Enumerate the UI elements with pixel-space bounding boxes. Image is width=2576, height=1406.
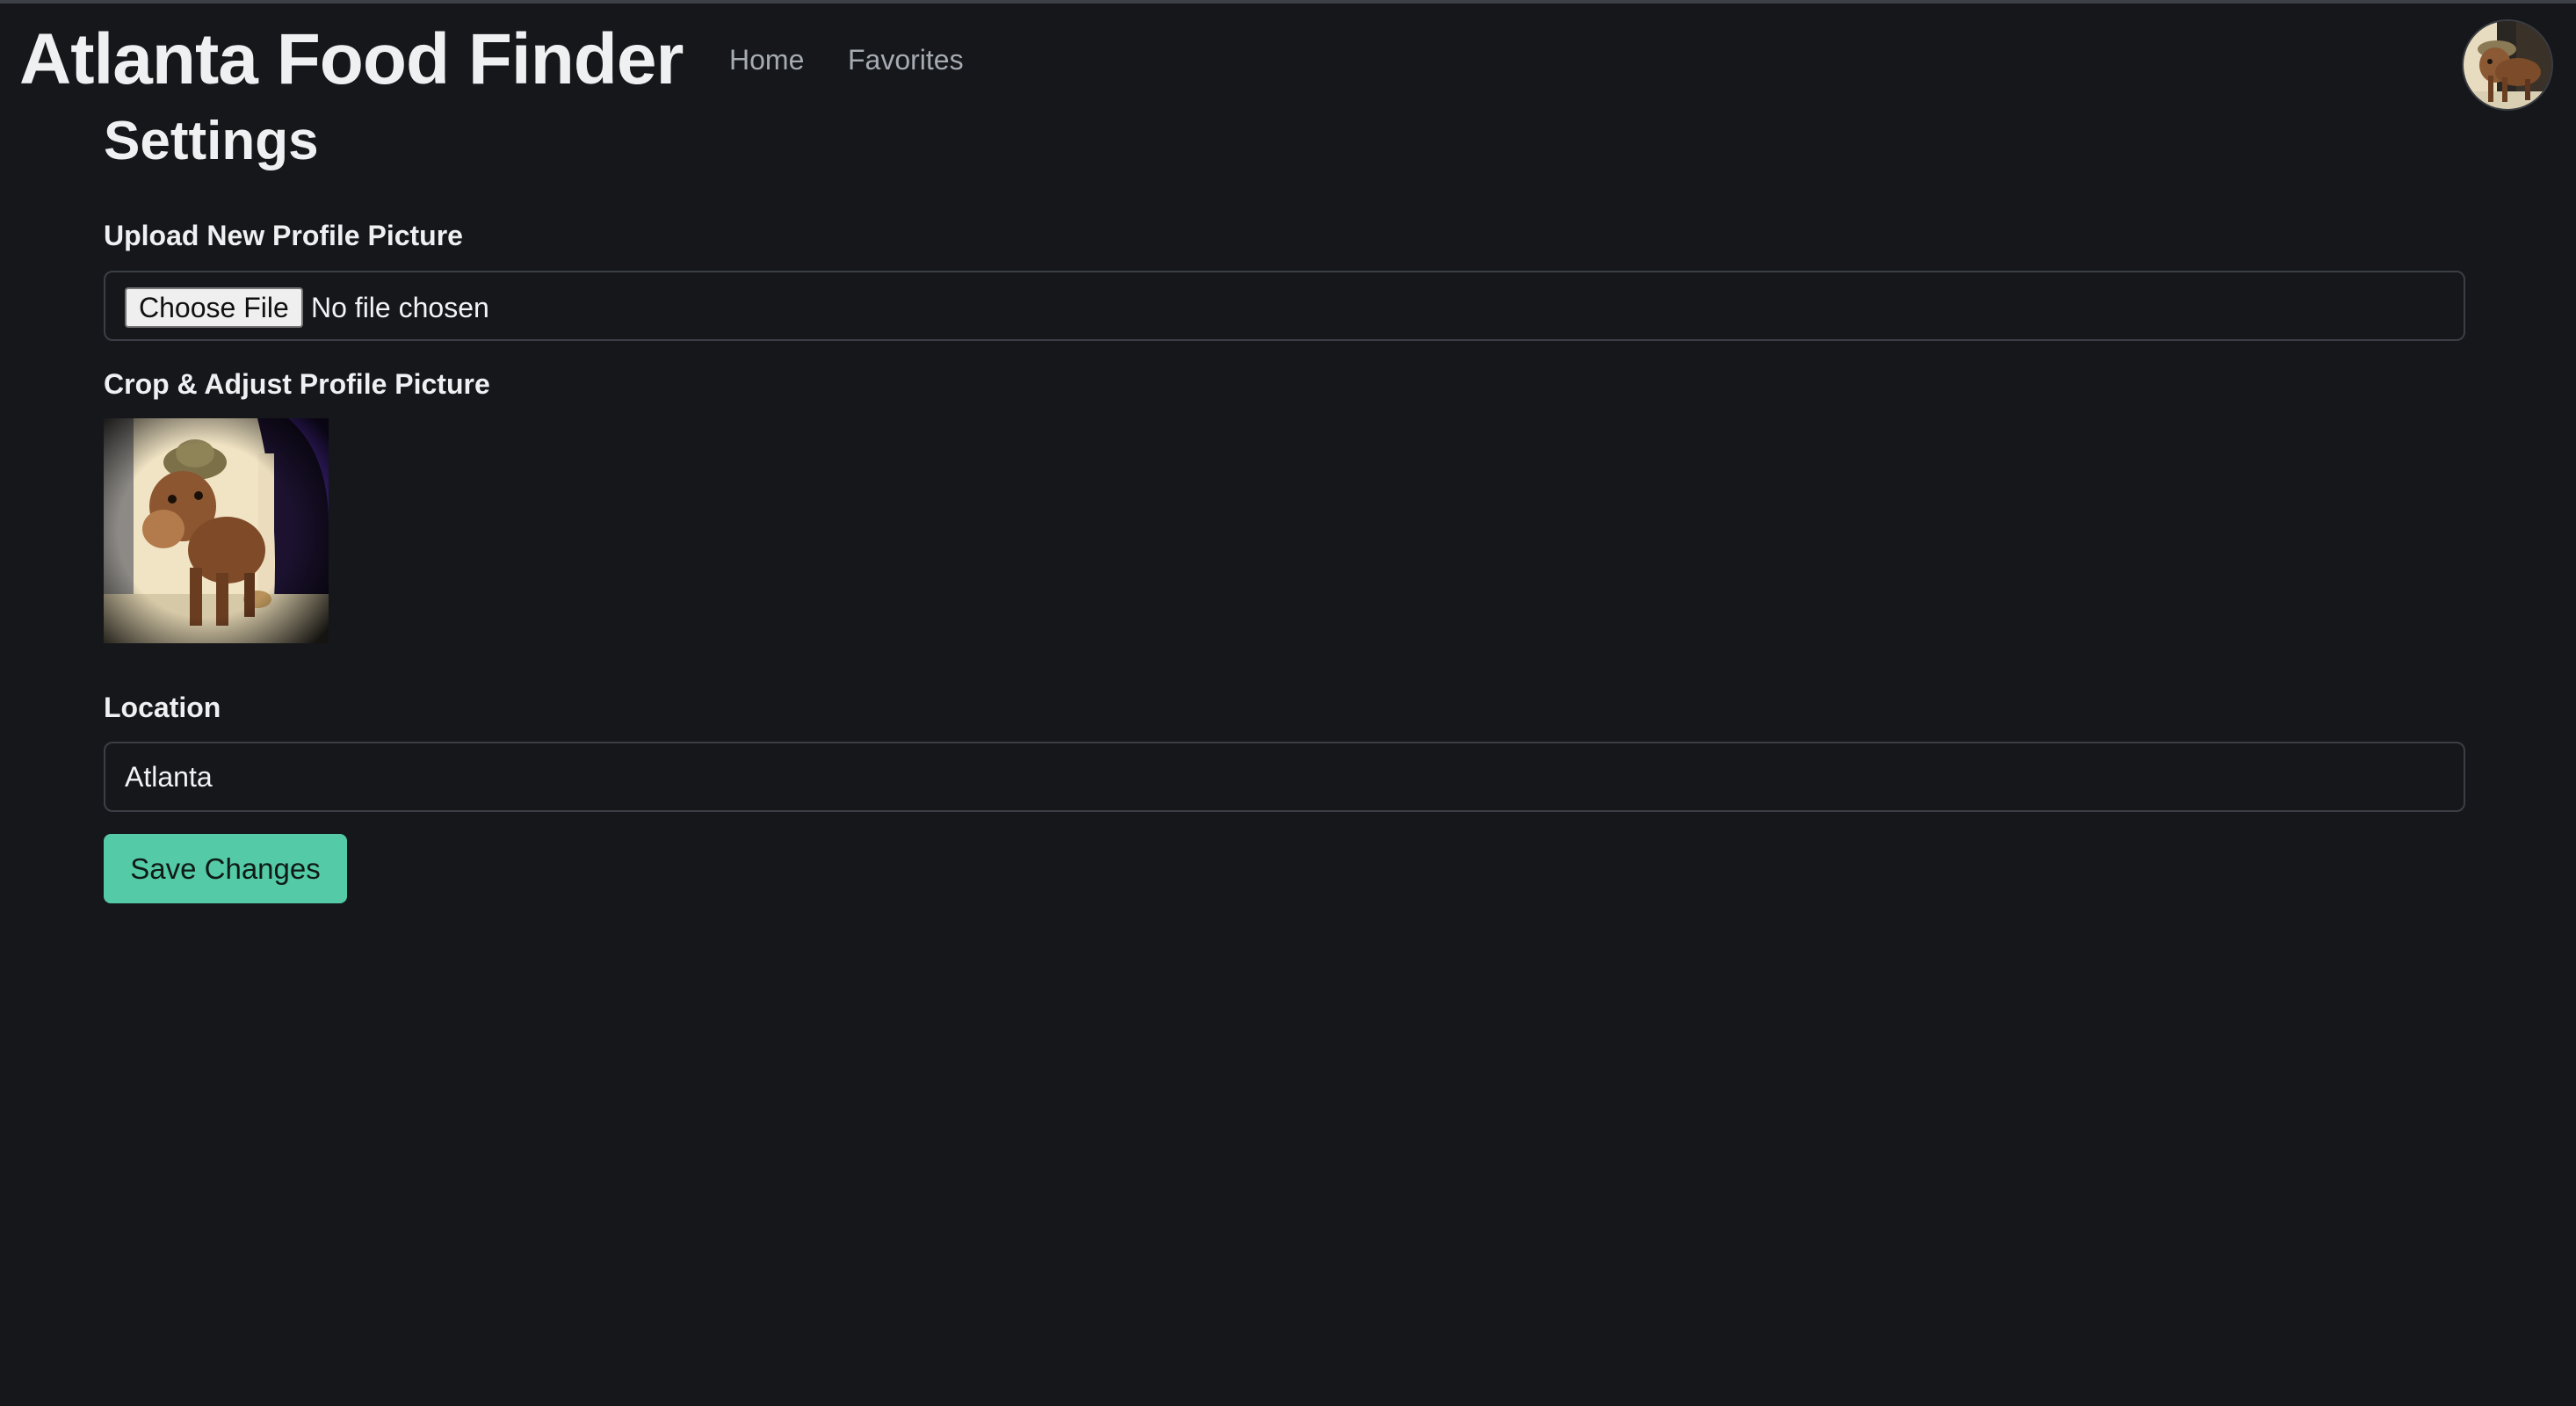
nav-link-favorites[interactable]: Favorites — [848, 42, 964, 77]
location-label: Location — [104, 692, 221, 723]
avatar-horse-image — [2464, 21, 2551, 109]
save-changes-button[interactable]: Save Changes — [104, 834, 347, 903]
horse-photo — [104, 418, 329, 643]
avatar[interactable] — [2462, 19, 2553, 111]
page-title: Settings — [104, 111, 319, 171]
crop-label: Crop & Adjust Profile Picture — [104, 368, 490, 400]
brand-title[interactable]: Atlanta Food Finder — [19, 18, 684, 102]
crop-preview-image[interactable] — [104, 418, 329, 643]
nav-link-home[interactable]: Home — [729, 42, 804, 77]
upload-label: Upload New Profile Picture — [104, 220, 463, 251]
profile-picture-file-input[interactable]: Choose File No file chosen — [104, 271, 2465, 341]
location-input[interactable] — [104, 742, 2465, 812]
choose-file-button[interactable]: Choose File — [125, 287, 303, 328]
navbar: Atlanta Food Finder Home Favorites — [0, 4, 2576, 111]
file-status-text: No file chosen — [311, 292, 489, 323]
